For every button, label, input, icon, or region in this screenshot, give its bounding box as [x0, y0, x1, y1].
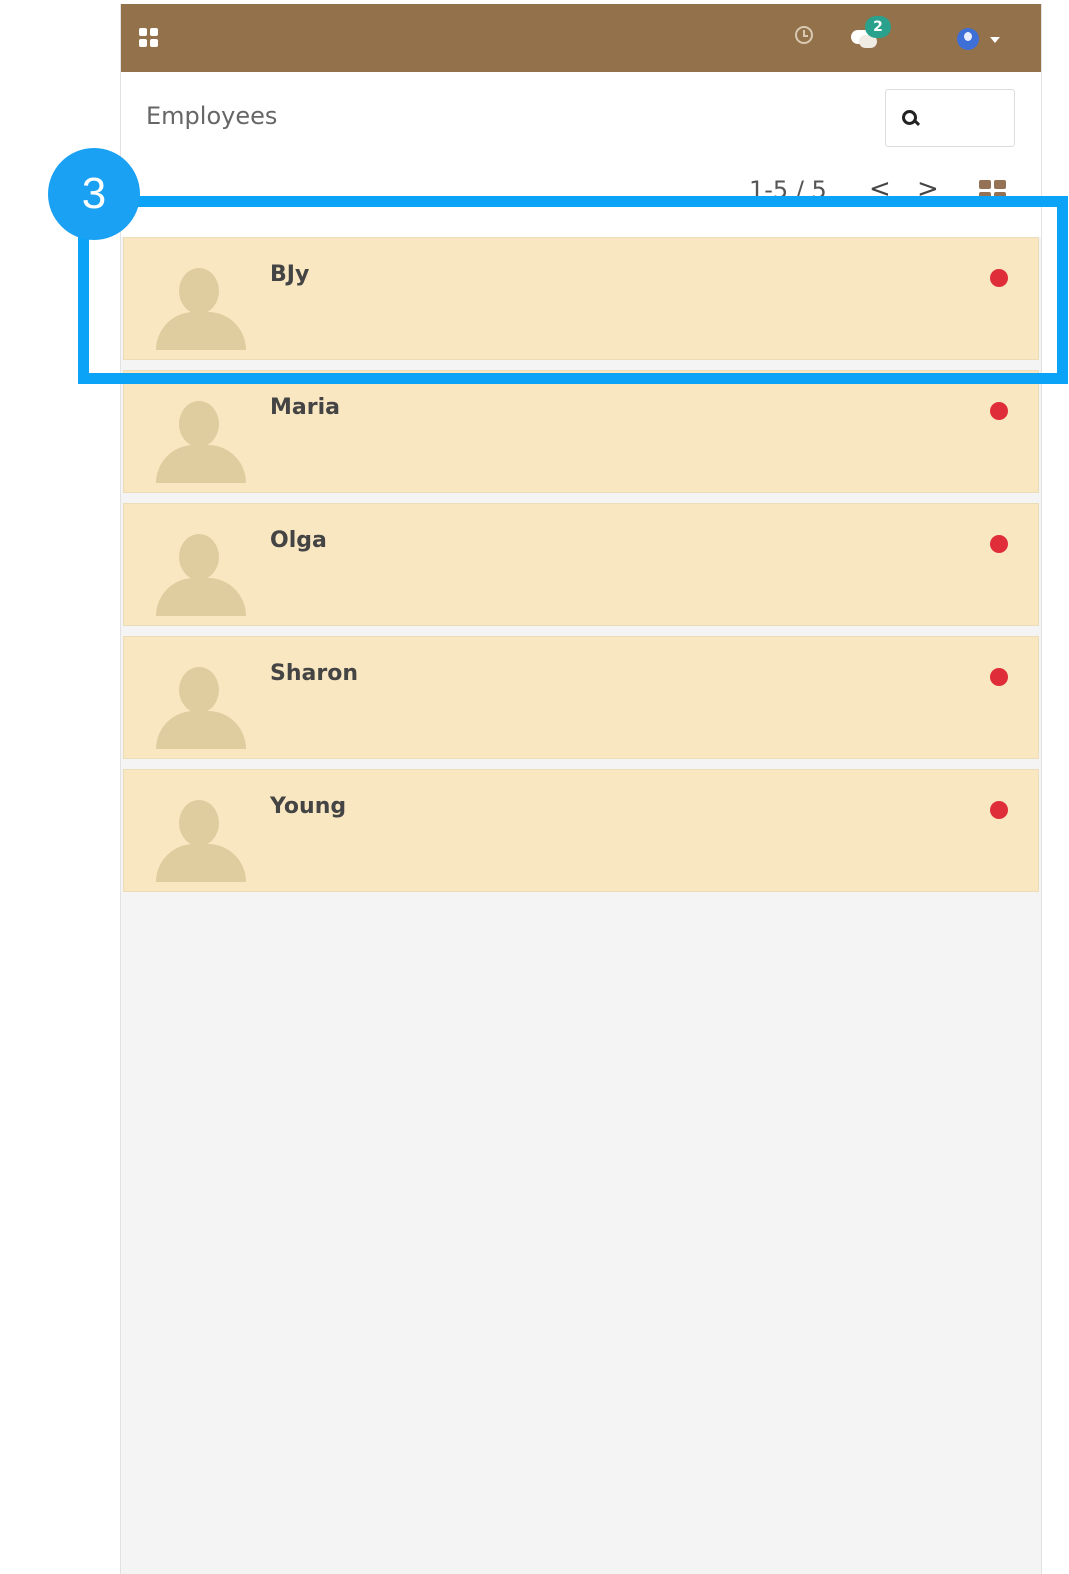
callout-number: 3: [48, 148, 140, 240]
apps-icon[interactable]: [139, 28, 159, 48]
callout-highlight-box: [78, 196, 1068, 384]
avatar-placeholder-icon: [156, 401, 246, 483]
search-input[interactable]: [885, 89, 1015, 147]
avatar-placeholder-icon: [156, 534, 246, 616]
employee-card[interactable]: Maria: [123, 370, 1039, 493]
top-navbar: 2: [121, 4, 1041, 72]
page-title: Employees: [146, 102, 278, 130]
employee-name: Sharon: [270, 661, 358, 686]
status-dot: [990, 801, 1008, 819]
employee-name: Maria: [270, 395, 340, 420]
avatar-placeholder-icon: [156, 667, 246, 749]
employee-card[interactable]: Sharon: [123, 636, 1039, 759]
status-dot: [990, 402, 1008, 420]
employee-name: Olga: [270, 528, 327, 553]
status-dot: [990, 668, 1008, 686]
chat-badge: 2: [865, 16, 891, 38]
caret-down-icon: [990, 37, 1000, 43]
employee-card[interactable]: Young: [123, 769, 1039, 892]
user-menu[interactable]: [957, 26, 1007, 52]
status-dot: [990, 535, 1008, 553]
avatar-placeholder-icon: [156, 800, 246, 882]
employee-name: Young: [270, 794, 347, 819]
employee-card[interactable]: Olga: [123, 503, 1039, 626]
user-avatar-icon: [957, 28, 979, 50]
clock-icon[interactable]: [795, 26, 813, 44]
search-icon: [902, 110, 917, 125]
